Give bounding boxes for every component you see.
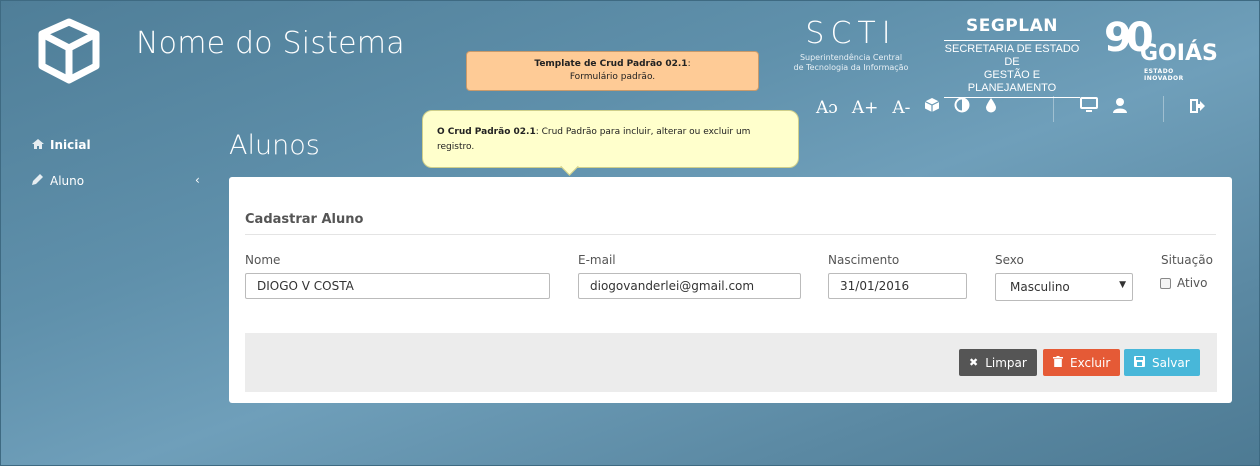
form-panel: Cadastrar Aluno Nome DIOGO V COSTA E-mai… — [229, 177, 1232, 403]
toolbar-divider — [1053, 96, 1054, 122]
sidebar-item-label: Aluno — [50, 173, 85, 188]
segplan-logo: SEGPLAN SECRETARIA DE ESTADO DE GESTÃO E… — [944, 16, 1080, 98]
template-tooltip-body: Formulário padrão. — [569, 72, 656, 82]
system-cube-logo-icon — [36, 18, 102, 84]
template-tooltip: Template de Crud Padrão 02.1: Formulário… — [466, 51, 759, 91]
salvar-button[interactable]: Salvar — [1124, 349, 1200, 376]
select-arrow-icon: ▼ — [1119, 280, 1126, 290]
logout-toolbar — [1190, 96, 1220, 120]
scti-subtitle-2: de Tecnologia da Informação — [793, 63, 909, 72]
page-title: Alunos — [229, 130, 320, 161]
close-icon: ✖ — [969, 356, 979, 369]
cube-icon[interactable] — [924, 97, 940, 119]
template-tooltip-colon: : — [687, 59, 691, 69]
email-input[interactable]: diogovanderlei@gmail.com — [578, 273, 801, 299]
ativo-checkbox-label: Ativo — [1177, 276, 1208, 290]
nascimento-input[interactable]: 31/01/2016 — [828, 273, 967, 299]
logout-icon[interactable] — [1190, 97, 1206, 119]
font-reset-button[interactable]: Aɔ — [816, 97, 838, 119]
sidebar-item-label: Inicial — [50, 138, 91, 152]
accessibility-toolbar: Aɔ A+ A- — [816, 96, 1012, 120]
nome-input[interactable]: DIOGO V COSTA — [245, 273, 550, 299]
excluir-button-label: Excluir — [1070, 355, 1111, 370]
scti-subtitle-1: Superintendência Central — [799, 53, 903, 62]
sexo-select[interactable]: Masculino ▼ — [995, 273, 1133, 301]
chevron-left-icon[interactable]: ‹ — [195, 173, 200, 187]
ativo-checkbox-group[interactable]: Ativo — [1160, 276, 1207, 290]
user-icon[interactable] — [1112, 97, 1128, 119]
segplan-subtitle-1: SECRETARIA DE ESTADO DE — [944, 43, 1080, 68]
home-icon — [32, 138, 44, 152]
limpar-button[interactable]: ✖ Limpar — [959, 349, 1037, 376]
form-actions: ✖ Limpar Excluir Salvar — [245, 333, 1217, 392]
segplan-subtitle-2: GESTÃO E PLANEJAMENTO — [967, 69, 1057, 94]
user-toolbar — [1080, 96, 1142, 120]
system-name: Nome do Sistema — [136, 26, 405, 61]
sidebar-item-aluno[interactable]: Aluno — [32, 173, 84, 188]
sexo-label: Sexo — [995, 253, 1024, 267]
contrast-icon[interactable] — [954, 97, 970, 119]
goias-name: GOIÁS — [1140, 41, 1218, 66]
goias-tagline: ESTADO INOVADOR — [1144, 68, 1184, 82]
form-heading: Cadastrar Aluno — [245, 212, 364, 227]
limpar-button-label: Limpar — [985, 355, 1027, 370]
toolbar-divider — [1163, 96, 1164, 122]
font-increase-button[interactable]: A+ — [852, 97, 879, 119]
pencil-icon — [32, 173, 44, 188]
font-decrease-button[interactable]: A- — [892, 97, 910, 119]
monitor-icon[interactable] — [1080, 97, 1098, 119]
template-tooltip-title: Template de Crud Padrão 02.1 — [534, 59, 688, 69]
ativo-checkbox[interactable] — [1160, 277, 1171, 289]
segplan-title: SEGPLAN — [966, 16, 1058, 36]
trash-icon — [1053, 355, 1063, 370]
nascimento-label: Nascimento — [828, 253, 900, 267]
crud-tooltip: O Crud Padrão 02.1: Crud Padrão para inc… — [422, 110, 799, 168]
template-tooltip-title-line: Template de Crud Padrão 02.1: — [467, 58, 758, 71]
drop-icon[interactable] — [984, 97, 998, 119]
sexo-select-value: Masculino — [1010, 280, 1070, 294]
email-label: E-mail — [578, 253, 616, 267]
nome-label: Nome — [245, 253, 281, 267]
segplan-subtitle: SECRETARIA DE ESTADO DE GESTÃO E PLANEJA… — [944, 40, 1080, 98]
sidebar-item-inicial[interactable]: Inicial — [32, 138, 91, 152]
save-icon — [1134, 355, 1145, 370]
situacao-label: Situação — [1161, 253, 1213, 267]
goias-logo: 90 GOIÁS ESTADO INOVADOR — [1104, 16, 1218, 82]
salvar-button-label: Salvar — [1152, 355, 1190, 370]
excluir-button[interactable]: Excluir — [1043, 349, 1121, 376]
scti-logo-text: SCTI — [805, 16, 897, 51]
scti-logo: SCTI Superintendência Central de Tecnolo… — [786, 18, 916, 73]
divider — [245, 234, 1216, 235]
crud-tooltip-title: O Crud Padrão 02.1 — [437, 127, 536, 137]
